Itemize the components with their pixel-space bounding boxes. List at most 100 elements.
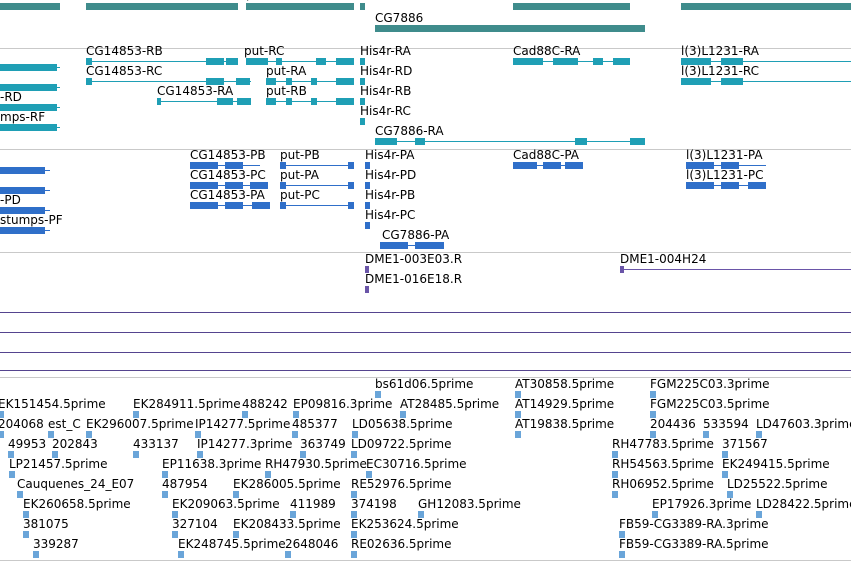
est-feature[interactable]: FB59-CG3389-RA.3prime [619, 518, 769, 538]
feature-transcript[interactable]: His4r-RC [360, 105, 411, 125]
est-feature[interactable]: EK209063.5prime [172, 498, 280, 518]
feature-protein[interactable]: His4r-PD [365, 169, 416, 189]
feature-protein[interactable]: put-PC [280, 189, 354, 209]
feature-glyph [686, 182, 766, 190]
feature-protein[interactable]: stumps-PF [0, 214, 63, 234]
feature-insertion[interactable]: DME1-016E18.R [365, 273, 462, 293]
est-feature[interactable]: EK248745.5prime [178, 538, 286, 558]
feature-protein[interactable]: CG14853-PA [190, 189, 270, 209]
est-feature[interactable]: 381075 [23, 518, 123, 538]
est-feature[interactable]: AT14929.5prime [515, 398, 615, 418]
est-feature[interactable]: RH06952.5prime [612, 477, 714, 498]
est-feature[interactable]: bs61d06.5prime [375, 377, 475, 398]
est-feature[interactable]: LD05638.5prime [352, 418, 453, 438]
est-feature[interactable]: AT28485.5prime [400, 398, 500, 418]
feature-protein[interactable]: His4r-PC [365, 209, 415, 229]
est-feature[interactable]: EK249415.5prime [722, 458, 830, 478]
est-feature[interactable]: EK253624.5prime [351, 518, 459, 538]
feature-protein[interactable] [0, 174, 50, 194]
est-feature[interactable]: EP09816.3prime [293, 398, 393, 418]
est-feature[interactable]: Cauquenes_24_E07 [17, 478, 134, 498]
exon-box [681, 3, 851, 10]
feature-transcript[interactable]: l(3)L1231-RA [681, 45, 851, 65]
exon-box [311, 78, 317, 85]
feature-transcript[interactable]: put-RA [266, 65, 354, 85]
est-feature[interactable]: EK296007.5prime [86, 418, 194, 438]
feature-protein[interactable]: Cad88C-PA [513, 149, 583, 169]
est-feature[interactable]: LD25522.5prime [727, 478, 828, 498]
feature-protein[interactable]: His4r-PA [365, 149, 414, 169]
est-feature[interactable]: EK151454.5prime [0, 398, 106, 418]
feature-transcript[interactable]: CG14853-RB [86, 45, 238, 65]
est-feature[interactable]: AT30858.5prime [515, 378, 615, 398]
feature-gene[interactable] [0, 0, 60, 10]
est-feature[interactable]: RE52976.5prime [351, 478, 452, 498]
feature-transcript[interactable]: Cad88C-RA [513, 45, 630, 65]
est-feature[interactable]: 371567 [722, 438, 822, 458]
est-feature[interactable]: EP11638.3prime [162, 458, 262, 478]
feature-transcript[interactable]: put-RC [244, 45, 354, 65]
feature-transcript[interactable]: -RD [0, 91, 60, 111]
feature-protein[interactable]: put-PB [280, 149, 354, 169]
est-feature[interactable]: GH12083.5prime [418, 498, 521, 518]
est-feature[interactable]: IP14277.5prime [195, 418, 295, 438]
feature-transcript[interactable]: His4r-RD [360, 65, 412, 85]
est-feature[interactable]: RH54563.5prime [612, 457, 714, 478]
est-feature[interactable]: IP14277.3prime [197, 438, 297, 458]
feature-glyph [0, 3, 60, 11]
est-feature[interactable]: EK260658.5prime [23, 498, 131, 518]
est-feature[interactable]: RH47783.5prime [612, 438, 714, 458]
feature-gene[interactable]: put [246, 0, 354, 10]
feature-transcript[interactable]: CG7886-RA [375, 125, 645, 145]
feature-protein[interactable]: CG14853-PB [190, 149, 266, 169]
feature-transcript[interactable]: put-RB [266, 85, 354, 105]
feature-transcript[interactable]: mps-RF [0, 111, 60, 131]
feature-protein[interactable]: -PD [0, 194, 50, 214]
est-feature[interactable]: AT19838.5prime [515, 418, 615, 438]
feature-transcript[interactable]: His4r-RB [360, 85, 411, 105]
feature-transcript[interactable]: CG14853-RC [86, 65, 251, 85]
est-feature[interactable]: LP21457.5prime [9, 458, 109, 478]
est-label: bs61d06.5prime [375, 377, 474, 391]
feature-protein[interactable] [0, 154, 50, 174]
est-label: RH06952.5prime [612, 477, 714, 491]
est-label: 488242 [242, 397, 288, 411]
est-feature[interactable]: EK286005.5prime [233, 478, 341, 498]
feature-protein[interactable]: put-PA [280, 169, 354, 189]
est-glyph [0, 431, 6, 439]
est-feature[interactable]: FB59-CG3389-RA.5prime [619, 538, 769, 558]
feature-insertion[interactable]: DME1-003E03.R [365, 253, 462, 273]
feature-transcript[interactable] [0, 51, 60, 71]
est-feature[interactable]: LD47603.3prime [756, 418, 851, 438]
est-feature[interactable]: LD28422.5prime [756, 498, 851, 518]
est-feature[interactable]: EP17926.3prime [652, 498, 752, 518]
est-feature[interactable]: EK208433.5prime [233, 518, 341, 538]
est-box [619, 551, 625, 558]
feature-gene[interactable]: CG7886 [375, 12, 645, 32]
est-feature[interactable]: EC30716.5prime [366, 458, 467, 478]
est-label: RH54563.5prime [612, 457, 714, 471]
intron-line [620, 269, 851, 270]
feature-protein[interactable]: CG14853-PC [190, 169, 268, 189]
feature-gene[interactable]: His4r [360, 0, 391, 10]
est-feature[interactable]: FGM225C03.5prime [650, 398, 770, 418]
est-feature[interactable]: LD09722.5prime [351, 438, 452, 458]
feature-gene[interactable]: Cad88C [513, 0, 630, 10]
est-feature[interactable]: FGM225C03.3prime [650, 378, 770, 398]
est-feature[interactable]: 339287 [33, 538, 133, 558]
feature-protein[interactable]: His4r-PB [365, 189, 415, 209]
est-feature[interactable]: RH47930.5prime [265, 458, 367, 478]
feature-protein[interactable]: l(3)L1231-PC [686, 169, 766, 189]
feature-gene[interactable]: l(3)L1231 [681, 0, 851, 10]
feature-gene[interactable]: CG14853 [86, 0, 238, 10]
genome-browser-view: CG14853 put His4r Cad88C l(3)L1231 CG7886 -RD m… [0, 0, 851, 561]
feature-transcript[interactable]: CG14853-RA [157, 85, 251, 105]
feature-protein[interactable]: l(3)L1231-PA [686, 149, 766, 169]
est-feature[interactable]: EK284911.5prime [133, 398, 241, 418]
est-feature[interactable]: RE02636.5prime [351, 538, 452, 558]
feature-transcript[interactable]: l(3)L1231-RC [681, 65, 851, 85]
feature-transcript[interactable] [0, 71, 60, 91]
feature-protein[interactable]: CG7886-PA [380, 229, 449, 249]
feature-insertion[interactable]: DME1-004H24 [620, 253, 851, 273]
feature-transcript[interactable]: His4r-RA [360, 45, 411, 65]
